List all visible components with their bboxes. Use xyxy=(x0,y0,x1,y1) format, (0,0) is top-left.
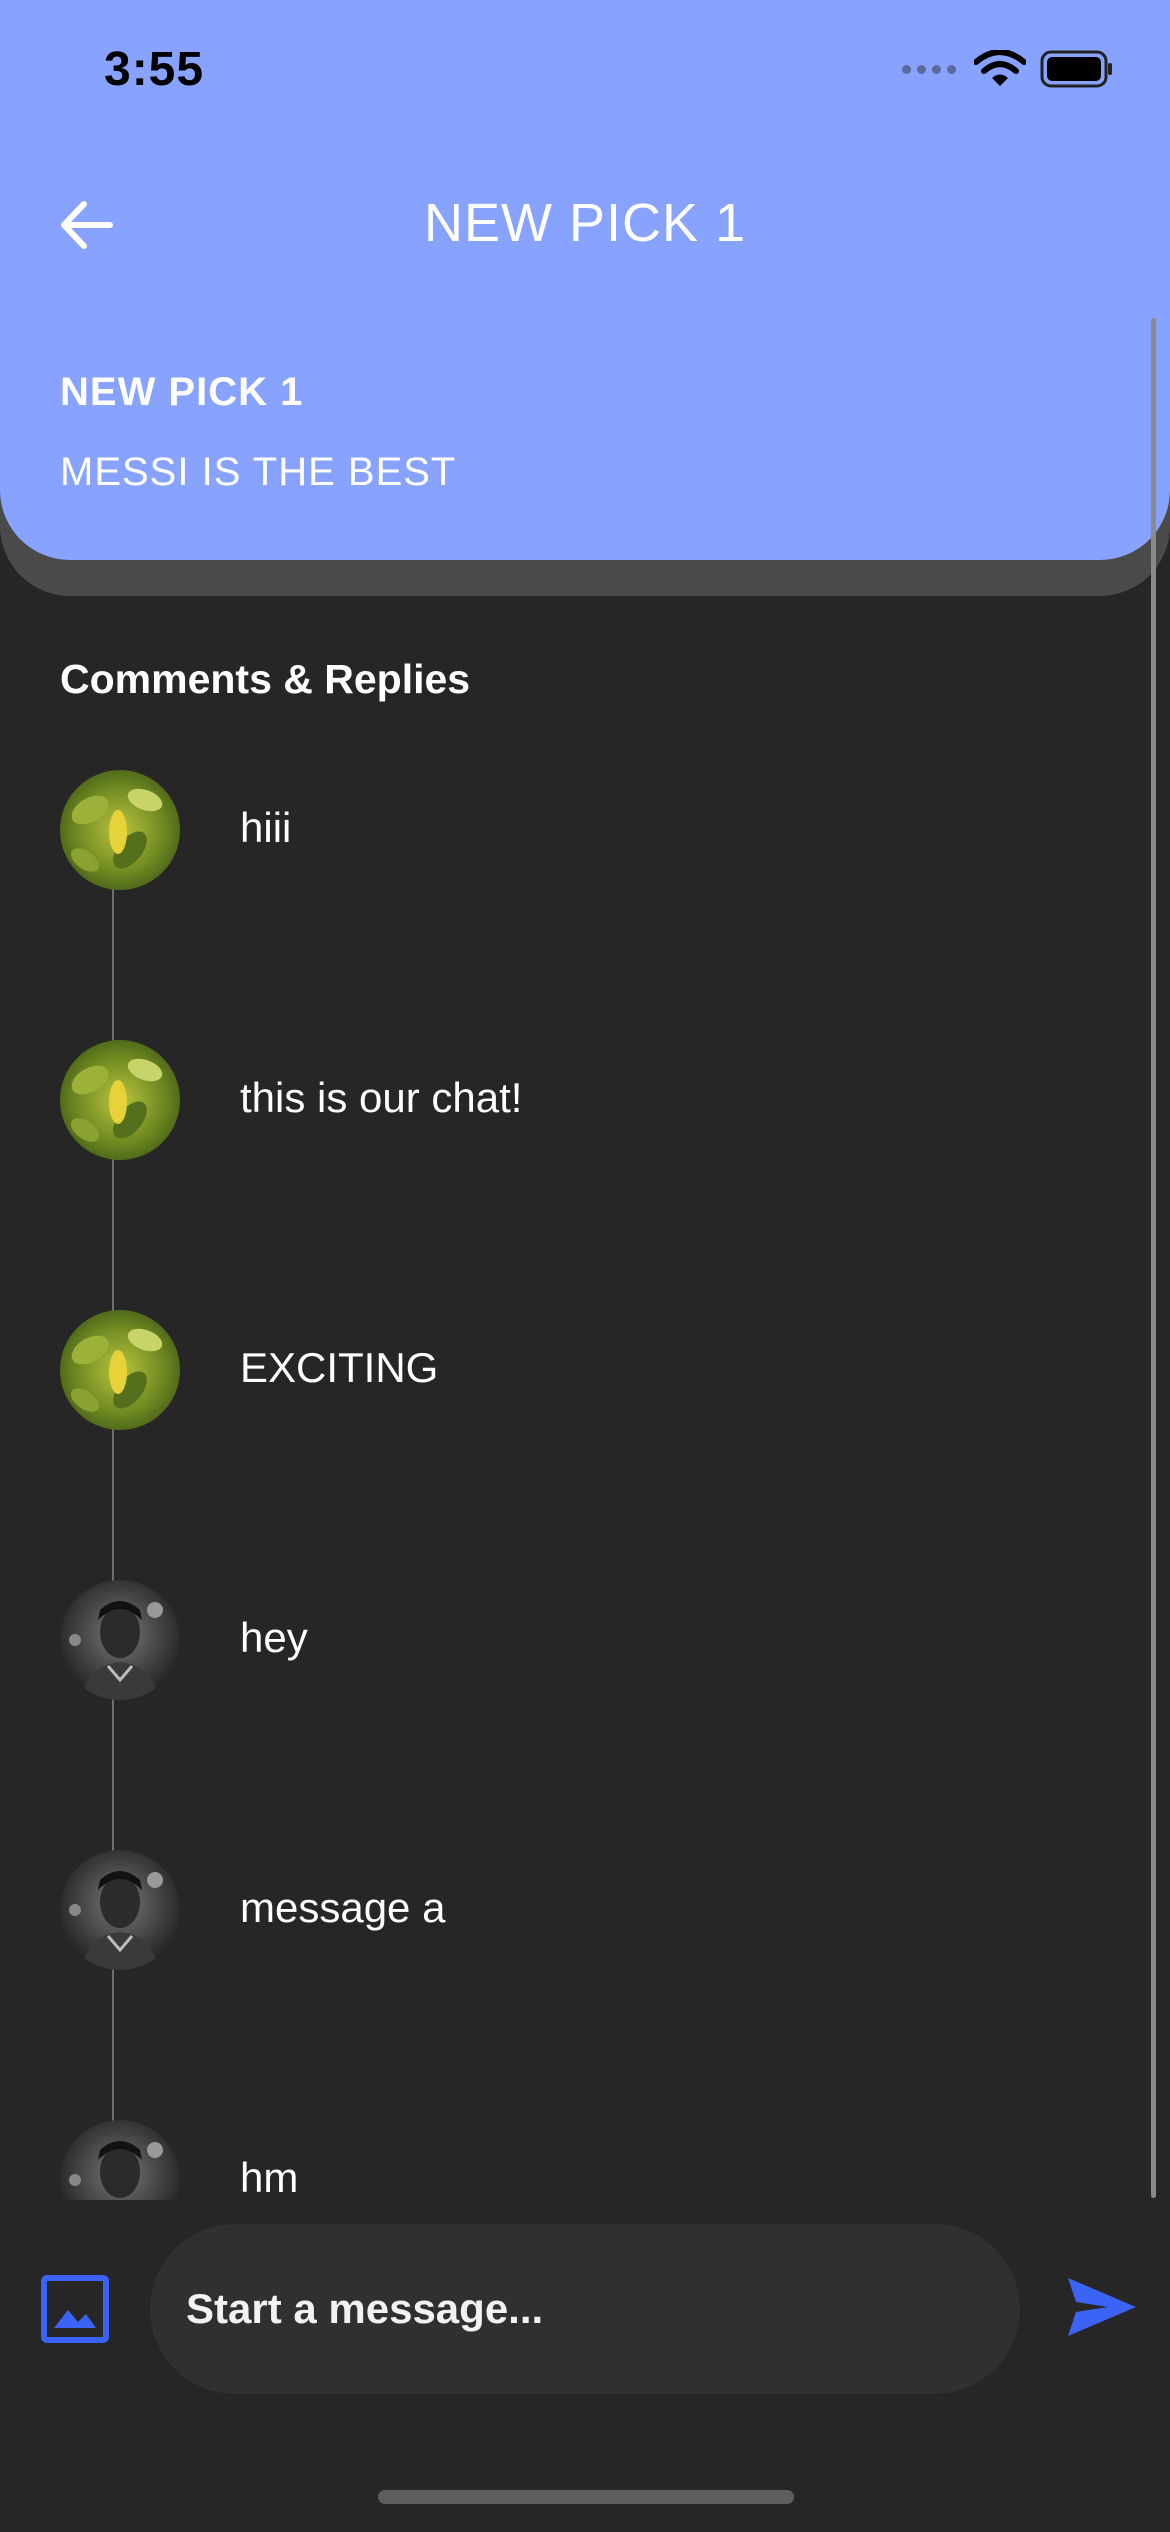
page-title: NEW PICK 1 xyxy=(423,193,747,253)
scrollbar[interactable] xyxy=(1151,318,1156,2198)
comment-text: this is our chat! xyxy=(240,1074,523,1121)
send-icon xyxy=(1068,2278,1136,2336)
comment-item[interactable]: hey xyxy=(60,1580,1110,1700)
status-icons xyxy=(902,50,1114,88)
message-composer xyxy=(0,2200,1170,2400)
comments-list: hiii this is our chat! EXCITING hey mess… xyxy=(0,760,1150,2200)
person-avatar[interactable] xyxy=(60,2120,180,2200)
comment-text: hey xyxy=(240,1614,308,1661)
status-bar: 3:55 xyxy=(0,0,1170,150)
comment-text: message a xyxy=(240,1884,446,1931)
home-indicator[interactable] xyxy=(378,2490,794,2504)
leaf-avatar[interactable] xyxy=(60,770,180,890)
leaf-avatar[interactable] xyxy=(60,1310,180,1430)
status-time: 3:55 xyxy=(104,43,205,96)
send-button[interactable] xyxy=(1066,2274,1138,2340)
leaf-avatar[interactable] xyxy=(60,1040,180,1160)
comment-item[interactable]: hm xyxy=(60,2120,1110,2200)
comment-text: hm xyxy=(240,2154,299,2200)
comment-item[interactable]: hiii xyxy=(60,770,1110,890)
person-avatar[interactable] xyxy=(60,1580,180,1700)
comment-text: hiii xyxy=(240,804,292,851)
comment-item[interactable]: this is our chat! xyxy=(60,1040,1110,1160)
person-avatar[interactable] xyxy=(60,1850,180,1970)
comment-item[interactable]: EXCITING xyxy=(60,1310,1110,1430)
image-icon xyxy=(41,2275,109,2343)
comment-item[interactable]: message a xyxy=(60,1850,1110,1970)
battery-icon xyxy=(1040,50,1112,88)
wifi-icon xyxy=(974,50,1026,86)
cellular-signal-icon xyxy=(902,64,956,74)
message-input[interactable] xyxy=(150,2224,1020,2394)
comment-text: EXCITING xyxy=(240,1344,439,1391)
comments-section-title: Comments & Replies xyxy=(60,656,471,702)
pick-description: MESSI IS THE BEST xyxy=(60,450,457,494)
pick-name: NEW PICK 1 xyxy=(60,370,304,414)
image-button[interactable] xyxy=(40,2274,110,2344)
